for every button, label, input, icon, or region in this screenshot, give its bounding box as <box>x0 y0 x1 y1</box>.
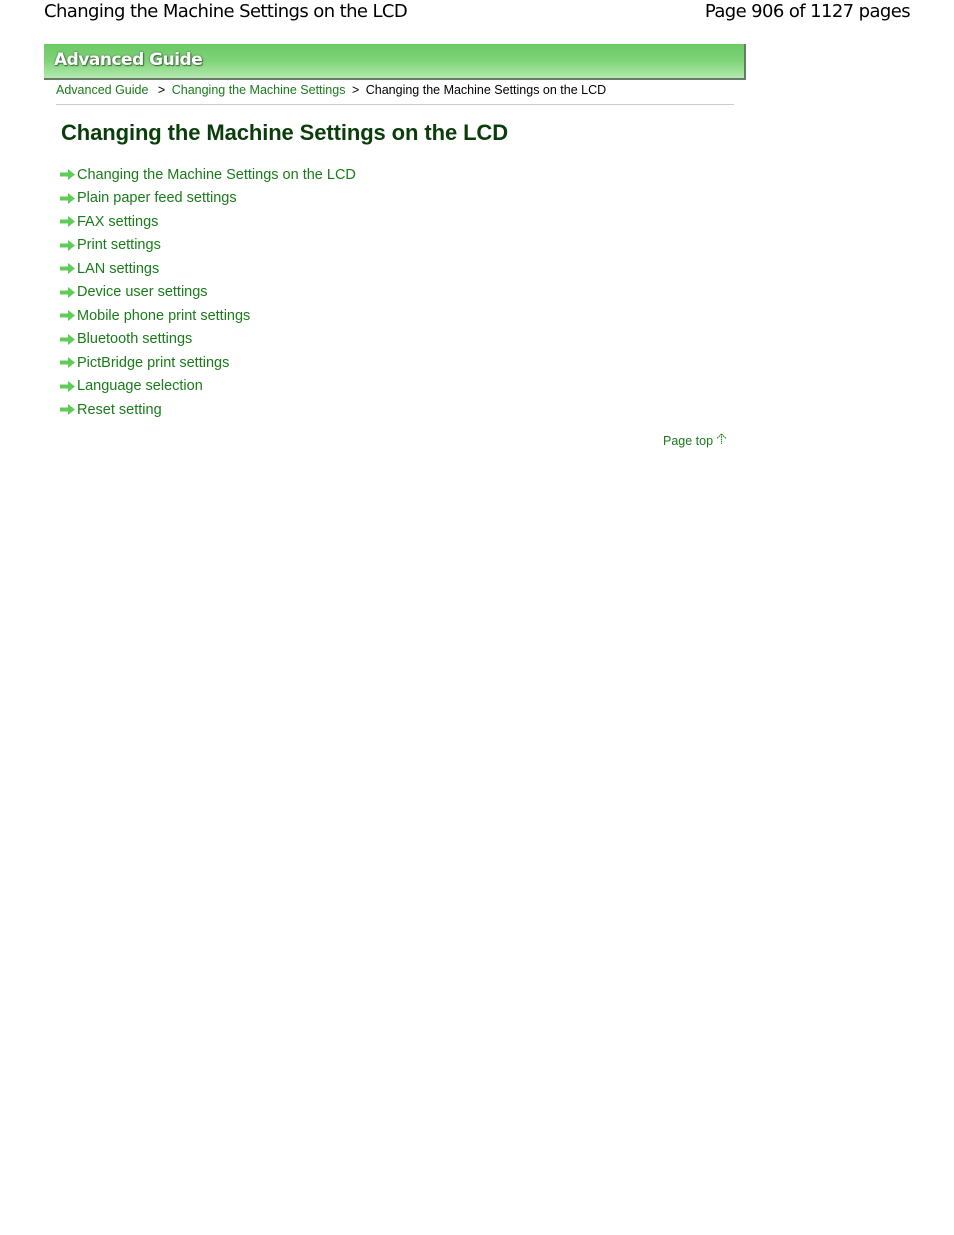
settings-link[interactable]: PictBridge print settings <box>77 355 229 371</box>
breadcrumb-current: Changing the Machine Settings on the LCD <box>365 83 607 97</box>
breadcrumb-separator: > <box>351 83 360 97</box>
breadcrumb-changing-machine-settings[interactable]: Changing the Machine Settings <box>172 83 346 97</box>
settings-link[interactable]: FAX settings <box>77 214 158 230</box>
green-arrow-right-icon <box>60 239 75 251</box>
settings-link[interactable]: Reset setting <box>77 402 162 418</box>
document-title: Changing the Machine Settings on the LCD <box>44 1 408 22</box>
list-item: Bluetooth settings <box>60 328 356 352</box>
settings-link[interactable]: Language selection <box>77 378 203 394</box>
settings-link[interactable]: Device user settings <box>77 284 208 300</box>
document-header: Changing the Machine Settings on the LCD… <box>0 0 954 26</box>
page-top-label: Page top <box>663 433 714 448</box>
settings-link[interactable]: Bluetooth settings <box>77 331 192 347</box>
page-top-link[interactable]: Page top <box>663 433 727 448</box>
banner-title: Advanced Guide <box>54 50 203 70</box>
list-item: Print settings <box>60 234 356 258</box>
settings-link[interactable]: Print settings <box>77 237 161 253</box>
green-arrow-right-icon <box>60 404 75 416</box>
advanced-guide-banner: Advanced Guide <box>44 44 746 80</box>
page-title: Changing the Machine Settings on the LCD <box>61 120 509 145</box>
breadcrumb-separator: > <box>157 83 166 97</box>
settings-link[interactable]: Plain paper feed settings <box>77 190 237 206</box>
list-item: LAN settings <box>60 257 356 281</box>
settings-link[interactable]: LAN settings <box>77 261 159 277</box>
green-arrow-right-icon <box>60 263 75 275</box>
list-item: Plain paper feed settings <box>60 187 356 211</box>
green-arrow-right-icon <box>60 380 75 392</box>
page-indicator: Page 906 of 1127 pages <box>704 1 911 22</box>
green-arrow-right-icon <box>60 216 75 228</box>
green-arrow-right-icon <box>60 310 75 322</box>
list-item: PictBridge print settings <box>60 351 356 375</box>
green-arrow-right-icon <box>60 357 75 369</box>
green-arrow-right-icon <box>60 333 75 345</box>
arrow-up-icon <box>716 433 727 448</box>
list-item: Device user settings <box>60 281 356 305</box>
green-arrow-right-icon <box>60 286 75 298</box>
list-item: Language selection <box>60 375 356 399</box>
settings-link[interactable]: Changing the Machine Settings on the LCD <box>77 167 356 183</box>
settings-link[interactable]: Mobile phone print settings <box>77 308 250 324</box>
list-item: FAX settings <box>60 210 356 234</box>
list-item: Reset setting <box>60 398 356 422</box>
settings-link-list: Changing the Machine Settings on the LCD… <box>60 163 356 422</box>
green-arrow-right-icon <box>60 169 75 181</box>
list-item: Mobile phone print settings <box>60 304 356 328</box>
green-arrow-right-icon <box>60 192 75 204</box>
divider <box>56 104 734 105</box>
list-item: Changing the Machine Settings on the LCD <box>60 163 356 187</box>
breadcrumb-advanced-guide[interactable]: Advanced Guide <box>56 83 148 97</box>
breadcrumb: Advanced Guide > Changing the Machine Se… <box>56 83 606 97</box>
